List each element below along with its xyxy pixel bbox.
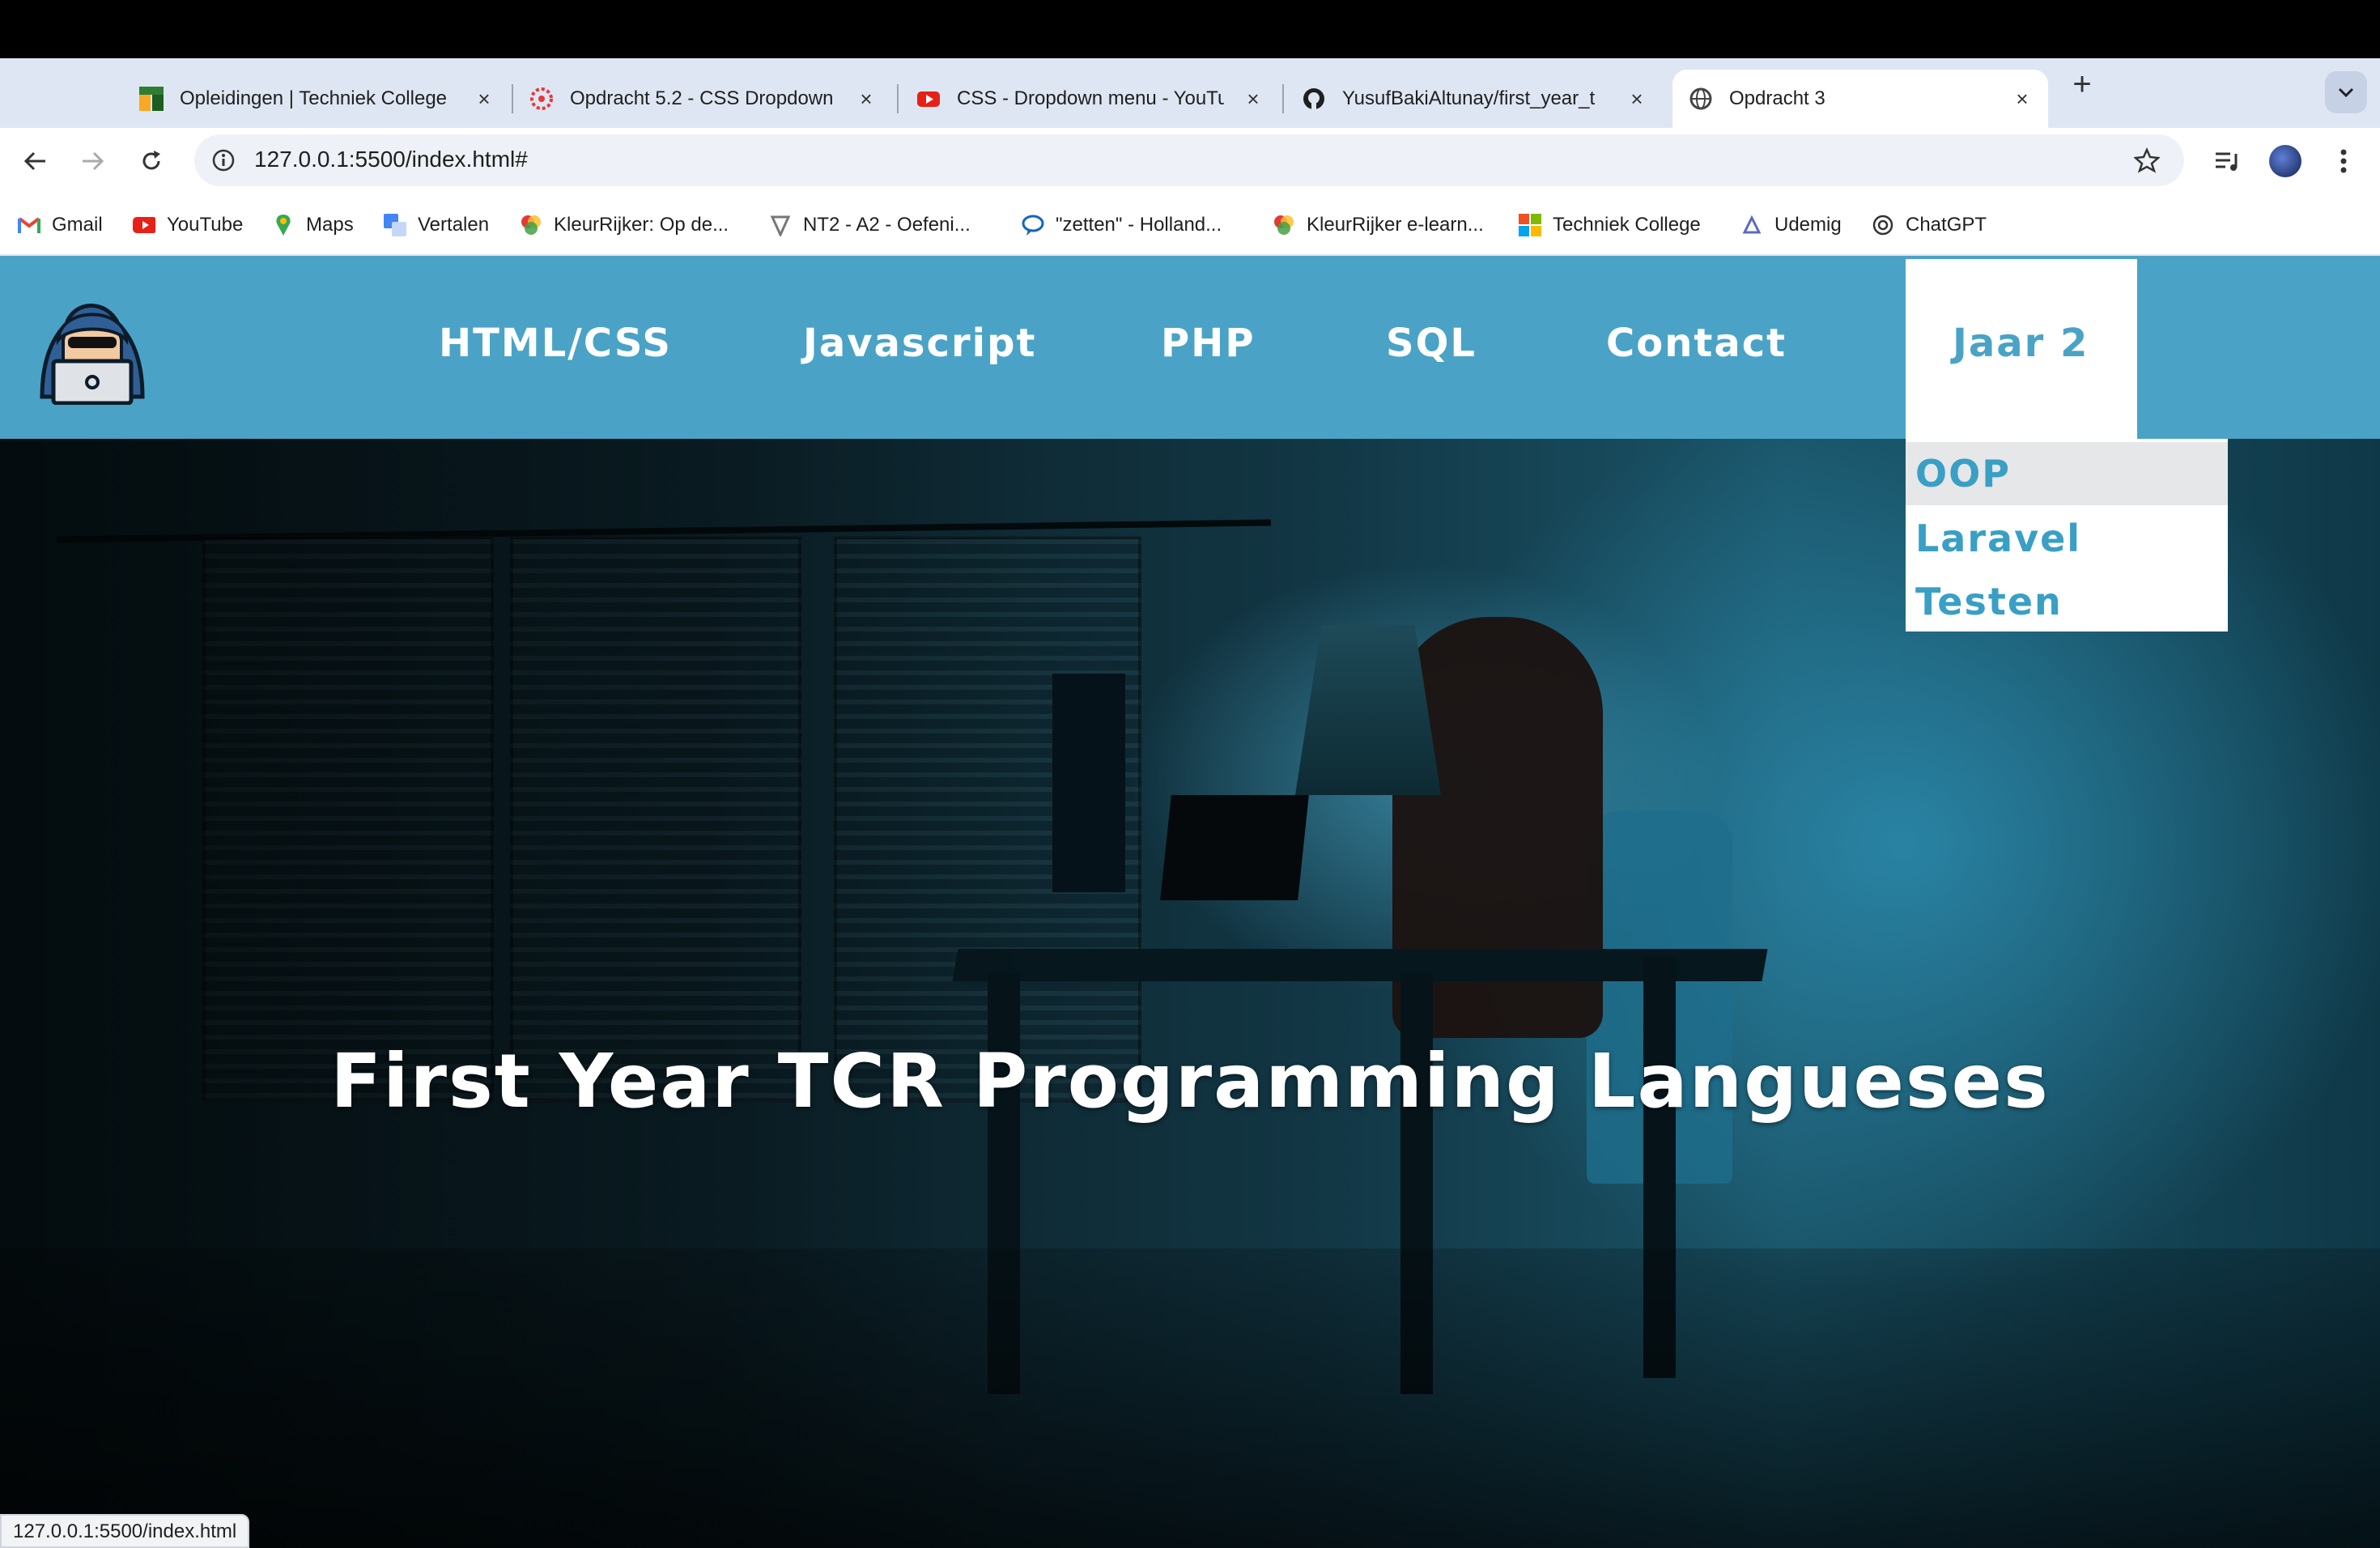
tab-title: CSS - Dropdown menu - YouTube [957,87,1224,109]
nav-javascript[interactable]: Javascript [803,321,1036,366]
nav-jaar-2[interactable]: Jaar 2 [1906,259,2137,439]
dropdown-item-oop[interactable]: OOP [1906,442,2228,505]
bookmark-label: "zetten" - Holland... [1056,214,1222,236]
bookmark-kleurrijker-2[interactable]: KleurRijker e-learn... [1273,211,1484,240]
dropdown-item-laravel[interactable]: Laravel [1906,507,2228,570]
site-info-icon[interactable] [206,142,241,178]
techniek-college-favicon [139,87,164,111]
tab-title: Opleidingen | Techniek College [180,87,447,109]
tab-separator [512,84,513,113]
nav-jaar-2-label: Jaar 2 [1953,321,2089,366]
reload-button[interactable] [133,142,170,180]
more-vert-icon [2340,149,2347,173]
chatgpt-icon [1872,214,1894,236]
chat-bubble-icon [1022,214,1044,236]
kleurrijker-icon [520,214,542,236]
hero-background-detail [0,439,1052,1548]
bookmark-star-icon[interactable] [2131,144,2163,176]
os-top-bar [0,0,2380,58]
bookmark-techniek-college[interactable]: Techniek College [1519,211,1701,240]
forward-button[interactable] [74,142,112,180]
github-favicon [1302,87,1326,111]
kleurrijker-icon [1273,214,1295,236]
bookmarks-bar: Gmail YouTube Maps Vertalen KleurRijker:… [0,194,2380,256]
tab-opdracht-3[interactable]: Opdracht 3 × [1672,70,2048,128]
close-icon[interactable]: × [1242,87,1264,110]
status-bar-url: 127.0.0.1:5500/index.html [0,1514,250,1548]
bookmark-zetten[interactable]: "zetten" - Holland... [1022,211,1222,240]
bookmark-kleurrijker-1[interactable]: KleurRijker: Op de... [520,211,729,240]
translate-icon [384,214,406,236]
address-bar[interactable]: 127.0.0.1:5500/index.html# [194,134,2184,186]
close-icon[interactable]: × [1626,87,1648,110]
hacker-logo-icon[interactable] [34,283,151,406]
avatar [2269,145,2301,177]
bookmark-udemig[interactable]: Udemig [1740,211,1842,240]
youtube-favicon [916,87,941,111]
bookmark-nt2[interactable]: NT2 - A2 - Oefeni... [769,211,971,240]
bookmark-vertalen[interactable]: Vertalen [384,211,489,240]
bookmark-label: Maps [306,214,354,236]
dropdown-item-testen[interactable]: Testen [1906,570,2228,633]
bookmark-label: KleurRijker: Op de... [554,214,729,236]
nav-contact[interactable]: Contact [1606,321,1787,366]
tab-title: Opdracht 3 [1729,87,1825,109]
bookmark-maps[interactable]: Maps [272,211,354,240]
browser-tab-strip: Opleidingen | Techniek College × Opdrach… [0,58,2380,128]
tab-techniek-college[interactable]: Opleidingen | Techniek College × [139,70,495,128]
microsoft-icon [1519,214,1541,236]
new-tab-button[interactable]: + [2066,68,2098,102]
close-icon[interactable]: × [473,87,495,110]
bookmark-gmail[interactable]: Gmail [18,211,103,240]
bookmark-label: YouTube [167,214,244,236]
globe-favicon [1689,87,1713,111]
tab-youtube[interactable]: CSS - Dropdown menu - YouTube × [916,70,1264,128]
media-controls-button[interactable] [2208,142,2246,180]
bookmark-label: Techniek College [1553,214,1701,236]
opdracht-favicon [529,87,554,111]
gmail-icon [18,214,40,236]
tab-title: YusufBakiAltunay/first_year_t [1342,87,1596,109]
bookmark-label: NT2 - A2 - Oefeni... [803,214,971,236]
site-navbar: HTML/CSS Javascript PHP SQL Contact Jaar… [0,256,2380,439]
back-arrow-icon [23,151,45,171]
close-icon[interactable]: × [855,87,878,110]
youtube-icon [133,214,155,236]
jaar-2-dropdown-menu: OOP Laravel Testen [1906,439,2228,632]
hero-background-detail [1052,674,1125,892]
chevron-down-icon [2338,87,2354,98]
menu-button[interactable] [2325,142,2362,180]
bookmark-label: Vertalen [418,214,490,236]
nav-html-css[interactable]: HTML/CSS [439,321,672,366]
tab-search-button[interactable] [2325,71,2367,113]
hero-background-detail [1160,795,1309,900]
bookmark-label: Gmail [52,214,103,236]
nt2-icon [769,214,792,236]
hero-title: First Year TCR Programming Langueses [330,1038,2050,1125]
nav-sql[interactable]: SQL [1386,321,1477,366]
url-text[interactable]: 127.0.0.1:5500/index.html# [254,147,528,172]
tab-github[interactable]: YusufBakiAltunay/first_year_t × [1302,70,1648,128]
udemig-icon [1740,214,1763,236]
tab-separator [897,84,899,113]
bookmark-chatgpt[interactable]: ChatGPT [1872,211,1987,240]
tab-opdracht-5-2[interactable]: Opdracht 5.2 - CSS Dropdown × [529,70,878,128]
bookmark-label: ChatGPT [1906,214,1987,236]
close-icon[interactable]: × [2011,87,2034,110]
back-button[interactable] [16,142,53,180]
reload-icon [142,151,160,170]
tab-separator [1282,84,1284,113]
bookmark-youtube[interactable]: YouTube [133,211,243,240]
forward-arrow-icon [83,151,104,171]
bookmark-label: Udemig [1774,214,1842,236]
browser-toolbar: 127.0.0.1:5500/index.html# [0,128,2380,194]
web-page: First Year TCR Programming Langueses HTM… [0,256,2380,1548]
tab-title: Opdracht 5.2 - CSS Dropdown [570,87,834,109]
bookmark-label: KleurRijker e-learn... [1307,214,1484,236]
profile-button[interactable] [2267,142,2304,180]
nav-php[interactable]: PHP [1161,321,1256,366]
playlist-icon [2216,152,2238,171]
maps-icon [272,214,295,236]
